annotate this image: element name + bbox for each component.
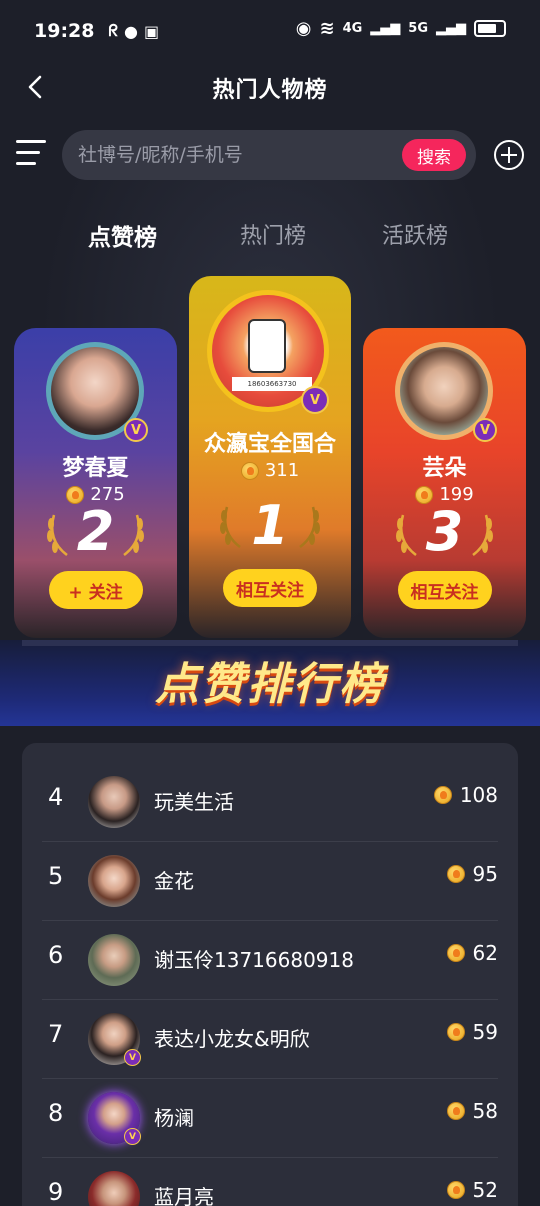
tab-likes[interactable]: 点赞榜: [88, 218, 157, 252]
like-coin-icon: [446, 1023, 465, 1041]
eye-icon: ◉: [295, 18, 312, 39]
verified-badge-icon: V: [473, 418, 497, 442]
podium-name: 众瀛宝全国合: [203, 432, 336, 457]
avatar[interactable]: V: [395, 342, 497, 442]
avatar[interactable]: [88, 1171, 140, 1206]
list-item[interactable]: 5 金花 95: [42, 842, 498, 921]
verified-badge-icon: V: [124, 418, 148, 442]
add-icon[interactable]: [494, 140, 524, 170]
like-coin-icon: [433, 786, 452, 804]
tab-bar: 点赞榜 热门榜 活跃榜: [0, 210, 540, 260]
status-time: 19:28: [34, 20, 95, 42]
avatar[interactable]: [88, 855, 140, 907]
avatar-phone-text: 18603663730: [232, 377, 312, 391]
list-score: 108: [433, 783, 498, 807]
mutual-follow-button[interactable]: 相互关注: [397, 571, 492, 609]
verified-badge-icon: V: [124, 1128, 141, 1145]
list-score: 52: [446, 1178, 498, 1202]
podium-score: 311: [189, 460, 351, 481]
tab-active[interactable]: 活跃榜: [382, 218, 448, 250]
podium-card-rank-1[interactable]: 18603663730 V 众瀛宝全国合 311 1 相互关注: [189, 276, 351, 638]
page-title: 热门人物榜: [212, 78, 328, 103]
list-rank: 4: [48, 783, 64, 811]
avatar[interactable]: [88, 776, 140, 828]
search-input[interactable]: [78, 130, 398, 180]
list-name: 表达小龙女&明欣: [154, 1027, 310, 1051]
list-name: 谢玉伶13716680918: [154, 948, 354, 972]
list-rank: 5: [48, 862, 64, 890]
status-right: ◉ ≋ 4G ▂▄▆ 5G ▂▄▆: [296, 18, 506, 39]
back-arrow-icon[interactable]: [24, 74, 50, 100]
like-coin-icon: [446, 865, 465, 883]
podium-name: 芸朵: [422, 456, 467, 481]
wifi-icon: ≋: [319, 18, 335, 39]
podium-card-rank-3[interactable]: V 芸朵 199 3 相互关注: [363, 328, 526, 638]
rank-number: 1: [251, 494, 289, 557]
laurel-right-icon: [123, 514, 144, 556]
signal-icon: ▂▄▆: [370, 21, 401, 36]
list-rank: 6: [48, 941, 64, 969]
avatar[interactable]: 18603663730 V: [207, 290, 329, 414]
rank-number: 3: [425, 500, 464, 563]
laurel-right-icon: [299, 506, 320, 548]
list-score: 95: [446, 862, 498, 886]
search-box: 搜索: [62, 130, 476, 180]
like-coin-icon: [240, 461, 259, 480]
verified-badge-icon: V: [301, 386, 329, 414]
laurel-right-icon: [472, 514, 493, 556]
signal-4g-label: 4G: [342, 21, 363, 36]
status-bar: 19:28 ᖇ ● ▣ ◉ ≋ 4G ▂▄▆ 5G ▂▄▆: [0, 0, 540, 62]
list-item[interactable]: 7 V 表达小龙女&明欣 59: [42, 1000, 498, 1079]
podium-card-rank-2[interactable]: V 梦春夏 275 2 + 关注: [14, 328, 177, 638]
list-name: 玩美生活: [154, 790, 234, 814]
search-row: 搜索: [0, 128, 540, 182]
podium-name: 梦春夏: [62, 456, 129, 481]
like-coin-icon: [446, 1102, 465, 1120]
battery-icon: [474, 20, 506, 37]
list-item[interactable]: 6 谢玉伶13716680918 62: [42, 921, 498, 1000]
app-icon: ▣: [143, 21, 160, 41]
tab-popular[interactable]: 热门榜: [240, 218, 306, 250]
verified-badge-icon: V: [124, 1049, 141, 1066]
list-item[interactable]: 4 玩美生活 108: [42, 763, 498, 842]
list-score: 58: [446, 1099, 498, 1123]
chat-icon: ●: [123, 21, 138, 41]
avatar[interactable]: [88, 934, 140, 986]
like-coin-icon: [446, 944, 465, 962]
list-name: 金花: [154, 869, 194, 893]
nav-bar: 热门人物榜: [0, 62, 540, 114]
search-button[interactable]: 搜索: [402, 139, 466, 171]
list-name: 杨澜: [154, 1106, 194, 1130]
list-rank: 8: [48, 1099, 64, 1127]
like-coin-icon: [446, 1181, 465, 1199]
list-score: 62: [446, 941, 498, 965]
list-rank: 9: [48, 1178, 64, 1206]
stage-edge: [22, 640, 518, 646]
avatar[interactable]: V: [46, 342, 148, 442]
menu-icon[interactable]: [16, 140, 46, 168]
rank-number: 2: [76, 500, 115, 563]
list-item[interactable]: 9 蓝月亮 52: [42, 1158, 498, 1206]
list-rank: 7: [48, 1020, 64, 1048]
list-score: 59: [446, 1020, 498, 1044]
notification-icon: ᖇ: [108, 21, 118, 40]
signal-icon-2: ▂▄▆: [436, 21, 466, 36]
ranking-banner: 点赞排行榜: [155, 659, 385, 710]
signal-5g-label: 5G: [408, 21, 428, 36]
mutual-follow-button[interactable]: 相互关注: [223, 569, 317, 607]
follow-button[interactable]: + 关注: [48, 571, 143, 609]
list-item[interactable]: 8 V 杨澜 58: [42, 1079, 498, 1158]
list-name: 蓝月亮: [154, 1185, 214, 1206]
ranking-list: 4 玩美生活 108 5 金花 95 6 谢玉伶13716680918 62 7…: [22, 743, 518, 1206]
